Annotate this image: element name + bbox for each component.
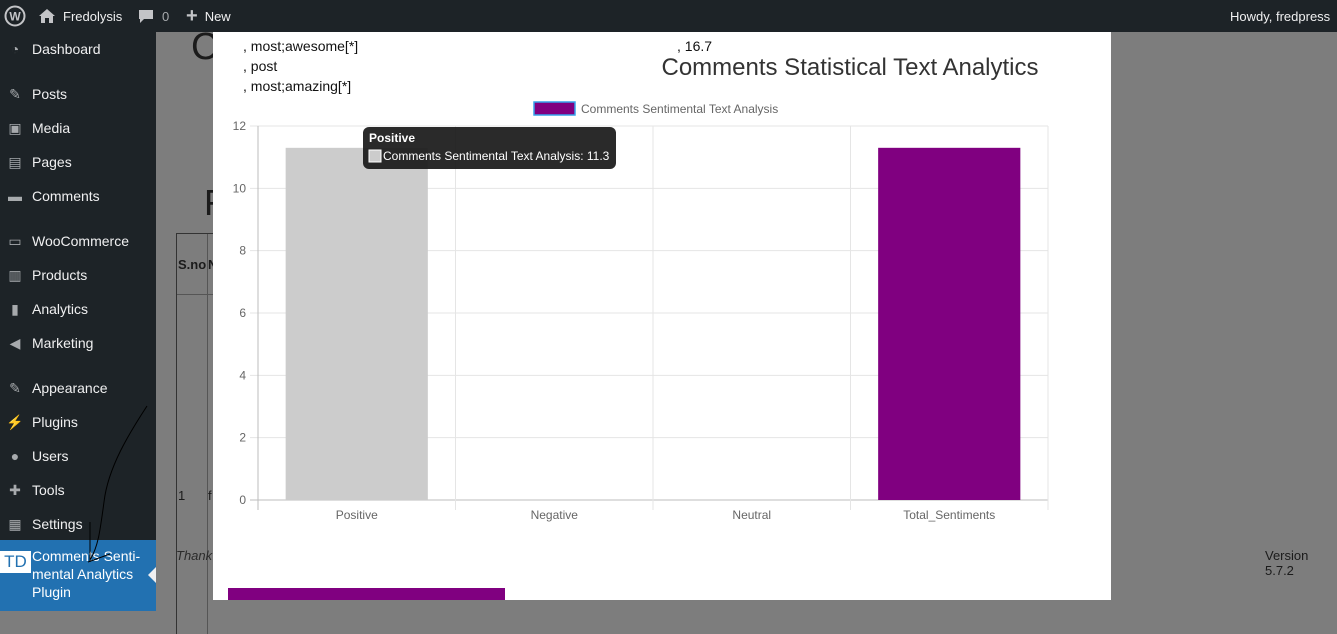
sidebar-item-label: Marketing — [32, 335, 94, 351]
brush-icon: ✎ — [9, 379, 21, 396]
sidebar-item-products[interactable]: ▥ Products — [0, 263, 156, 287]
x-tick-label: Total_Sentiments — [903, 508, 995, 522]
sidebar-item-label: WooCommerce — [32, 233, 129, 249]
y-tick-label: 8 — [239, 244, 246, 258]
settings-icon: ▦ — [8, 515, 22, 532]
chart-tooltip: Positive Comments Sentimental Text Analy… — [363, 127, 616, 169]
new-content-link[interactable]: + New — [186, 0, 231, 32]
y-tick-label: 2 — [239, 431, 246, 445]
svg-text:W: W — [9, 10, 21, 24]
sidebar-item-appearance[interactable]: ✎ Appearance — [0, 376, 156, 400]
analytics-modal: , most;awesome[*] , post , most;amazing[… — [213, 32, 1111, 600]
admin-sidebar: ◔ Dashboard ✎ Posts ▣ Media ▤ Pages ▬ Comments ▭ Wo… — [0, 32, 156, 611]
active-label-line-3: Plugin — [32, 584, 71, 600]
active-label-line-2: mental Analytics — [32, 566, 134, 582]
sidebar-item-posts[interactable]: ✎ Posts — [0, 82, 156, 106]
pin-icon: ✎ — [9, 85, 21, 102]
data-table — [176, 233, 217, 634]
sidebar-item-label: Analytics — [32, 301, 89, 317]
table-row-partial: f — [208, 488, 212, 503]
table-header-sno: S.no — [178, 257, 207, 272]
sidebar-item-label: Comments — [32, 188, 100, 204]
sidebar-item-comments-sentimental-analytics[interactable]: TD Comments Senti- mental Analytics Plug… — [0, 540, 156, 611]
woo-icon: ▭ — [8, 232, 22, 249]
greeting: Howdy, fredpress — [1230, 8, 1331, 24]
sidebar-item-label: Posts — [32, 86, 68, 102]
legend-label[interactable]: Comments Sentimental Text Analysis — [581, 102, 778, 116]
sidebar-item-dashboard[interactable]: ◔ Dashboard — [0, 37, 156, 61]
y-tick-label: 0 — [239, 493, 246, 507]
secondary-bar — [228, 588, 505, 600]
sidebar-item-users[interactable]: ● Users — [0, 444, 156, 468]
new-label: New — [204, 8, 231, 24]
x-tick-label: Neutral — [732, 508, 771, 522]
x-tick-label: Positive — [336, 508, 378, 522]
tooltip-swatch — [368, 149, 382, 163]
table-row-number: 1 — [178, 488, 186, 503]
sidebar-item-tools[interactable]: ✚ Tools — [0, 478, 156, 502]
account-menu[interactable]: Howdy, fredpress — [1230, 0, 1330, 32]
plug-icon: ⚡ — [6, 413, 24, 430]
y-tick-label: 10 — [233, 181, 247, 195]
sidebar-item-plugins[interactable]: ⚡ Plugins — [0, 410, 156, 434]
pages-icon: ▤ — [8, 153, 22, 170]
archive-icon: ▥ — [8, 266, 22, 283]
footer-version: Version 5.7.2 — [1265, 548, 1309, 578]
sidebar-item-marketing[interactable]: ◀ Marketing — [0, 331, 156, 355]
y-tick-label: 6 — [239, 306, 246, 320]
sentiment-bar-chart: Comments Statistical Text Analytics Comm… — [233, 54, 1049, 522]
sidebar-item-label: Dashboard — [32, 41, 101, 57]
plugin-badge-icon: TD — [0, 551, 31, 573]
sidebar-item-label: Users — [32, 448, 69, 464]
admin-bar: W Fredolysis 0 + New Howdy, fredpress — [0, 0, 1337, 32]
sidebar-item-label: Plugins — [32, 414, 78, 430]
sidebar-item-analytics[interactable]: ▮ Analytics — [0, 297, 156, 321]
sidebar-item-media[interactable]: ▣ Media — [0, 116, 156, 140]
plus-icon: + — [186, 5, 198, 27]
tooltip-body: Comments Sentimental Text Analysis: 11.3 — [383, 149, 610, 163]
current-menu-arrow-icon — [148, 567, 156, 583]
sidebar-item-comments[interactable]: ▬ Comments — [0, 184, 156, 208]
bar-positive[interactable] — [285, 147, 428, 501]
active-label-line-1: Comments Senti- — [32, 548, 141, 564]
tooltip-title: Positive — [369, 131, 415, 145]
y-tick-label: 4 — [239, 368, 246, 382]
comment-icon: ▬ — [8, 188, 22, 204]
sidebar-item-settings[interactable]: ▦ Settings — [0, 512, 156, 536]
x-tick-label: Negative — [531, 508, 579, 522]
comment-bubble-icon — [139, 10, 153, 23]
media-icon: ▣ — [8, 119, 22, 136]
sidebar-item-pages[interactable]: ▤ Pages — [0, 150, 156, 174]
dashboard-icon: ◔ — [10, 41, 20, 57]
wrench-icon: ✚ — [9, 481, 21, 498]
wordpress-logo-icon[interactable]: W — [4, 0, 26, 32]
sidebar-item-label: Tools — [32, 482, 65, 498]
sidebar-item-label: Media — [32, 120, 71, 136]
home-icon — [39, 9, 55, 23]
site-name: Fredolysis — [63, 8, 123, 24]
sidebar-item-woocommerce[interactable]: ▭ WooCommerce — [0, 229, 156, 253]
comments-count: 0 — [162, 8, 170, 24]
comments-link[interactable]: 0 — [137, 0, 169, 32]
sidebar-item-label: Settings — [32, 516, 83, 532]
footer-thanks: Thank — [176, 548, 213, 563]
bar-total_sentiments[interactable] — [878, 147, 1021, 501]
site-name-link[interactable]: Fredolysis — [38, 0, 122, 32]
legend-swatch[interactable] — [533, 101, 576, 116]
y-tick-label: 12 — [233, 119, 247, 133]
sidebar-item-label: Products — [32, 267, 88, 283]
sidebar-item-label: Appearance — [32, 380, 108, 396]
user-icon: ● — [10, 448, 20, 464]
megaphone-icon: ◀ — [9, 334, 21, 351]
sidebar-item-label: Pages — [32, 154, 72, 170]
bar-chart-icon: ▮ — [11, 300, 19, 317]
chart-title: Comments Statistical Text Analytics — [661, 54, 1038, 81]
